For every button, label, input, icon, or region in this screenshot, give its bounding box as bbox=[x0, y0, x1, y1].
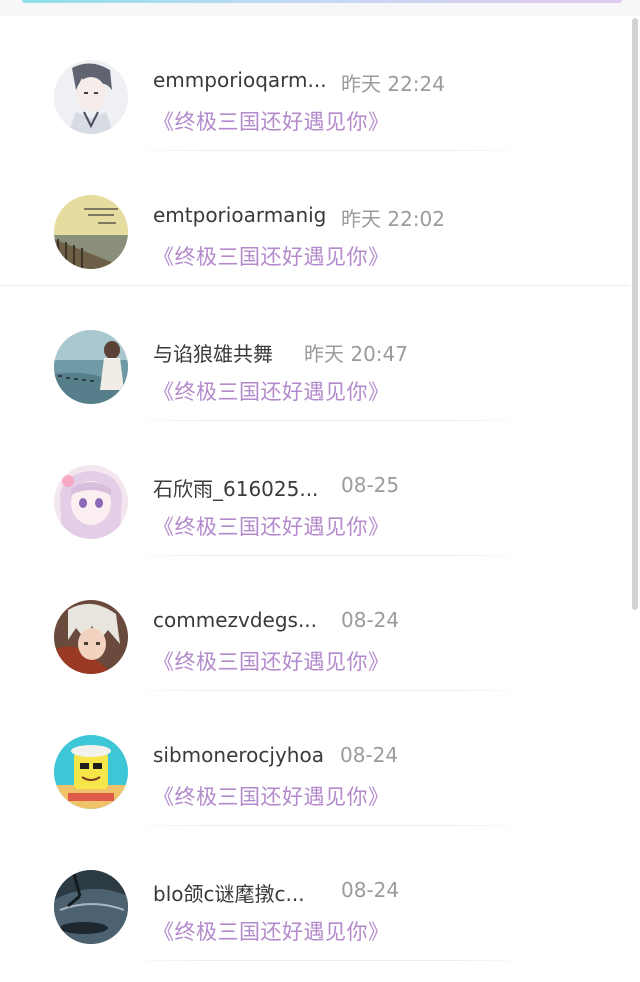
avatar-spongebob-icon bbox=[54, 735, 128, 809]
contact-name: 与谄狼雄共舞 bbox=[153, 342, 273, 366]
row-divider bbox=[128, 960, 528, 961]
message-time: 昨天 20:47 bbox=[304, 342, 408, 366]
avatar[interactable] bbox=[54, 735, 128, 809]
message-preview: 《终极三国还好遇见你》 bbox=[153, 650, 390, 674]
conversation-item[interactable]: blo颌c谜麾撴c... 08-24 《终极三国还好遇见你》 bbox=[0, 826, 630, 961]
avatar-anime-girl-icon bbox=[54, 465, 128, 539]
avatar-anime-silver-hair-icon bbox=[54, 600, 128, 674]
conversation-item[interactable]: commezvdegs... 08-24 《终极三国还好遇见你》 bbox=[0, 556, 630, 691]
conversation-item[interactable]: sibmonerocjyhoa 08-24 《终极三国还好遇见你》 bbox=[0, 691, 630, 826]
conversation-list[interactable]: emmporioqarm... 昨天 22:24 《终极三国还好遇见你》 emt… bbox=[0, 16, 630, 961]
message-preview: 《终极三国还好遇见你》 bbox=[153, 380, 390, 404]
conversation-item[interactable]: 与谄狼雄共舞 昨天 20:47 《终极三国还好遇见你》 bbox=[0, 286, 630, 421]
message-preview: 《终极三国还好遇见你》 bbox=[153, 515, 390, 539]
avatar-anime-boy-icon bbox=[54, 60, 128, 134]
contact-name: emmporioqarm... bbox=[153, 68, 327, 92]
avatar[interactable] bbox=[54, 60, 128, 134]
contact-name: sibmonerocjyhoa bbox=[153, 743, 324, 767]
top-accent-line bbox=[22, 0, 622, 3]
contact-name: commezvdegs... bbox=[153, 608, 318, 632]
message-preview: 《终极三国还好遇见你》 bbox=[153, 920, 390, 944]
message-time: 08-24 bbox=[341, 878, 400, 902]
contact-name: 石欣雨_616025... bbox=[153, 477, 319, 501]
avatar[interactable] bbox=[54, 330, 128, 404]
message-time: 08-25 bbox=[341, 473, 400, 497]
contact-name: blo颌c谜麾撴c... bbox=[153, 882, 305, 906]
avatar-seaside-girl-icon bbox=[54, 330, 128, 404]
avatar[interactable] bbox=[54, 195, 128, 269]
message-preview: 《终极三国还好遇见你》 bbox=[153, 110, 390, 134]
message-time: 08-24 bbox=[341, 608, 400, 632]
message-list-screen: emmporioqarm... 昨天 22:24 《终极三国还好遇见你》 emt… bbox=[0, 0, 640, 982]
message-time: 昨天 22:24 bbox=[341, 72, 445, 96]
avatar[interactable] bbox=[54, 870, 128, 944]
message-time: 昨天 22:02 bbox=[341, 207, 445, 231]
avatar[interactable] bbox=[54, 600, 128, 674]
avatar[interactable] bbox=[54, 465, 128, 539]
top-bar bbox=[0, 0, 640, 16]
conversation-item[interactable]: 石欣雨_616025... 08-25 《终极三国还好遇见你》 bbox=[0, 421, 630, 556]
scrollbar[interactable] bbox=[632, 18, 638, 610]
avatar-dark-car-icon bbox=[54, 870, 128, 944]
message-time: 08-24 bbox=[340, 743, 399, 767]
conversation-item[interactable]: emtporioarmanig 昨天 22:02 《终极三国还好遇见你》 bbox=[0, 151, 630, 286]
message-preview: 《终极三国还好遇见你》 bbox=[153, 785, 390, 809]
contact-name: emtporioarmanig bbox=[153, 203, 327, 227]
conversation-item[interactable]: emmporioqarm... 昨天 22:24 《终极三国还好遇见你》 bbox=[0, 16, 630, 151]
message-preview: 《终极三国还好遇见你》 bbox=[153, 245, 390, 269]
avatar-pier-sky-icon bbox=[54, 195, 128, 269]
